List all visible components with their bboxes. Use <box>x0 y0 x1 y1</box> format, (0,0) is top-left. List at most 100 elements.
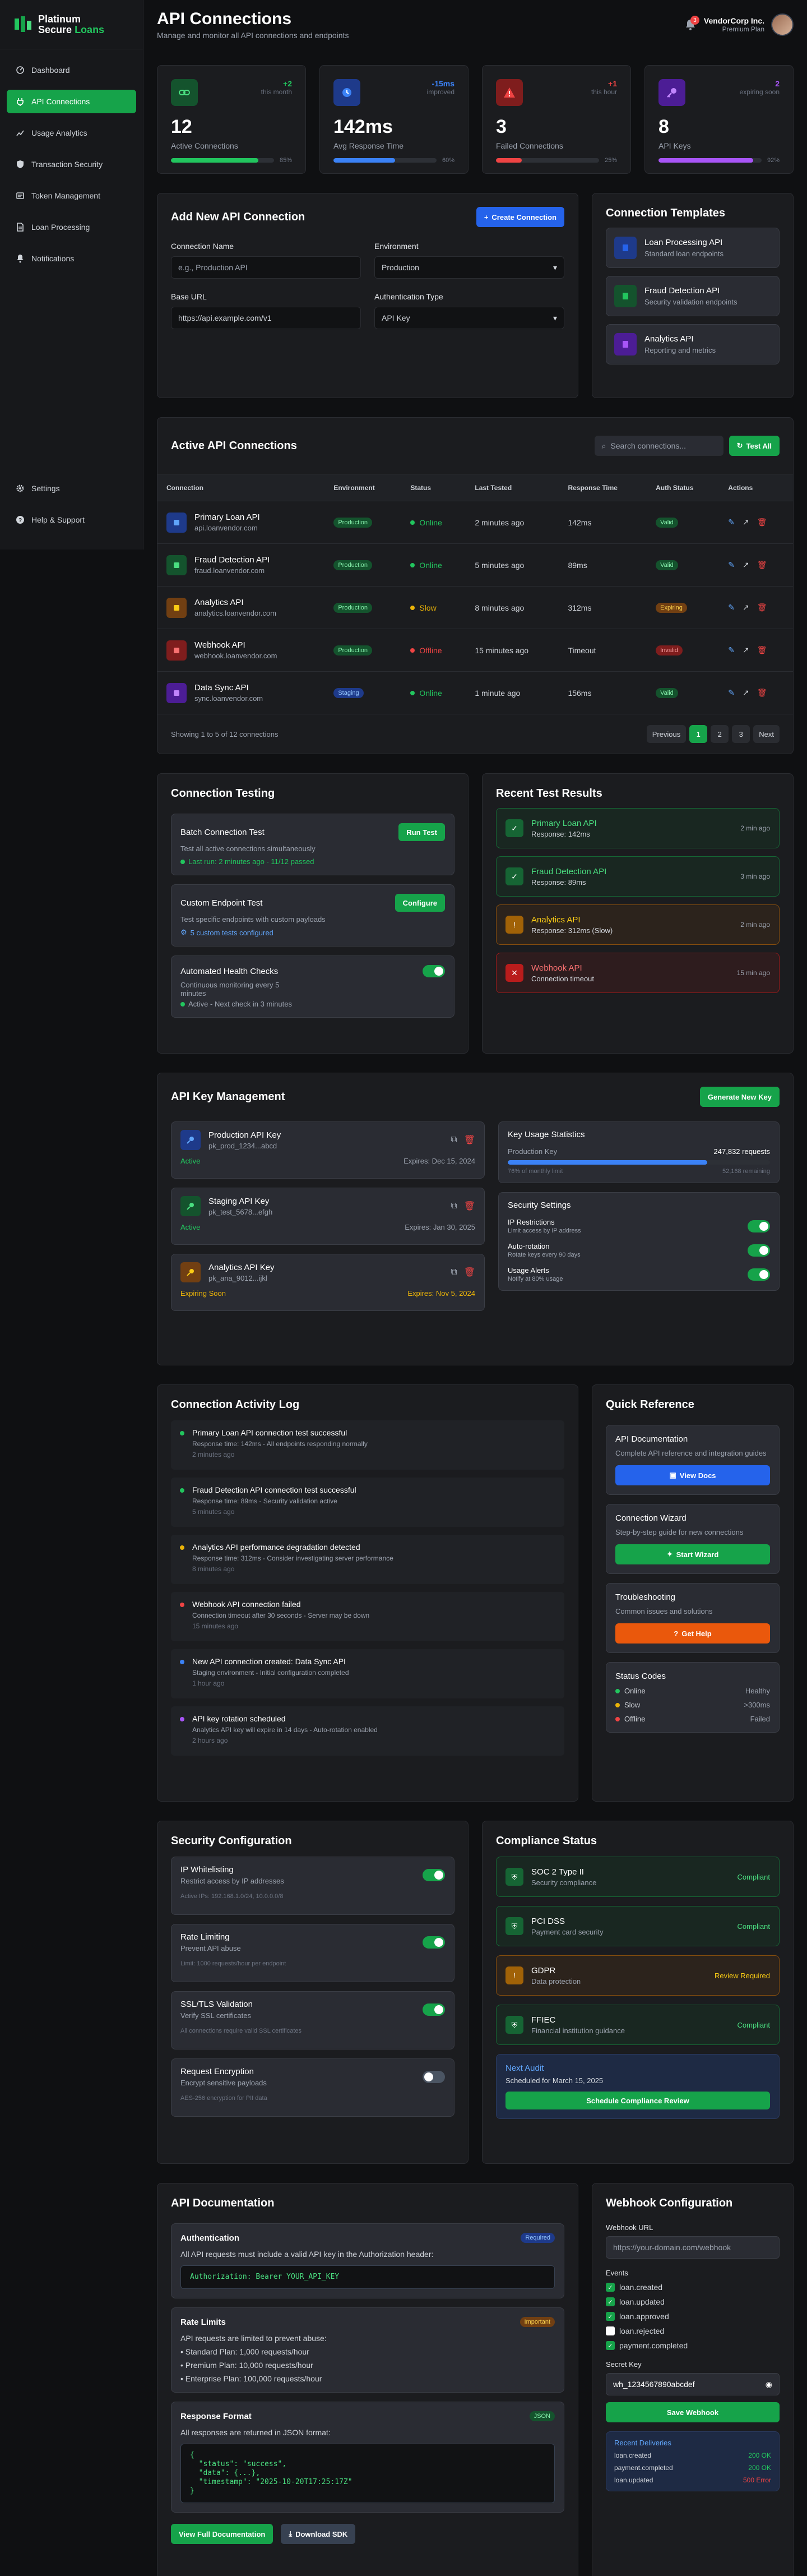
status-code-value: >300ms <box>744 1701 770 1709</box>
plan-name: Premium Plan <box>722 25 764 33</box>
create-connection-button[interactable]: + Create Connection <box>476 207 564 227</box>
page-button[interactable]: 3 <box>732 725 750 743</box>
auth-code-block[interactable]: Authorization: Bearer YOUR_API_KEY <box>180 2265 555 2289</box>
checkbox[interactable]: ✓ <box>606 2312 615 2321</box>
event-checkbox-row[interactable]: ✓ loan.updated <box>606 2297 780 2306</box>
config-toggle[interactable] <box>423 1869 445 1881</box>
delete-icon[interactable]: 🗑 <box>464 1267 475 1278</box>
sidebar-item-help-support[interactable]: ? Help & Support <box>7 508 136 532</box>
view-docs-button[interactable]: ▣ View Docs <box>615 1465 770 1485</box>
next-page-button[interactable]: Next <box>753 725 780 743</box>
test-result-item[interactable]: ! Analytics API Response: 312ms (Slow) 2 … <box>496 904 780 945</box>
event-checkbox-row[interactable]: ✓ loan.approved <box>606 2312 780 2321</box>
response-code-block[interactable]: { "status": "success", "data": {...}, "t… <box>180 2444 555 2503</box>
edit-icon[interactable]: ✎ <box>728 688 735 698</box>
test-result-item[interactable]: ✕ Webhook API Connection timeout 15 min a… <box>496 953 780 993</box>
page-button[interactable]: 1 <box>689 725 708 743</box>
avatar[interactable] <box>771 13 794 36</box>
test-icon[interactable]: ↗ <box>743 518 749 527</box>
next-audit-panel: Next Audit Scheduled for March 15, 2025 … <box>496 2054 780 2119</box>
delete-icon[interactable]: 🗑 <box>757 645 767 655</box>
run-test-button[interactable]: Run Test <box>398 823 445 841</box>
edit-icon[interactable]: ✎ <box>728 645 735 655</box>
table-row[interactable]: Webhook API webhook.loanvendor.com Produc… <box>157 629 793 672</box>
environment-select[interactable]: Production ▾ <box>374 256 564 279</box>
generate-key-button[interactable]: Generate New Key <box>699 1087 780 1107</box>
copy-icon[interactable]: ⧉ <box>451 1135 457 1145</box>
template-item[interactable]: Analytics API Reporting and metrics <box>606 324 780 364</box>
sidebar-item-usage-analytics[interactable]: Usage Analytics <box>7 121 136 145</box>
sidebar-item-api-connections[interactable]: API Connections <box>7 90 136 113</box>
checkbox[interactable]: ✓ <box>606 2283 615 2292</box>
config-toggle[interactable] <box>423 1936 445 1949</box>
template-item[interactable]: Fraud Detection API Security validation e… <box>606 276 780 316</box>
compliance-item[interactable]: ! GDPR Data protection Review Required <box>496 1955 780 1996</box>
table-row[interactable]: Analytics API analytics.loanvendor.com Pr… <box>157 586 793 629</box>
webhook-url-input[interactable]: https://your-domain.com/webhook <box>606 2236 780 2259</box>
base-url-input[interactable]: https://api.example.com/v1 <box>171 307 361 329</box>
doc-rate-title: Rate Limits <box>180 2317 226 2327</box>
test-result-item[interactable]: ✓ Primary Loan API Response: 142ms 2 min … <box>496 808 780 848</box>
test-result-item[interactable]: ✓ Fraud Detection API Response: 89ms 3 mi… <box>496 856 780 897</box>
compliance-item[interactable]: ⛨ PCI DSS Payment card security Compliant <box>496 1906 780 1946</box>
setting-toggle[interactable] <box>748 1268 770 1281</box>
table-row[interactable]: Data Sync API sync.loanvendor.com Staging… <box>157 671 793 714</box>
setting-toggle[interactable] <box>748 1244 770 1257</box>
event-checkbox-row[interactable]: ✓ payment.completed <box>606 2341 780 2350</box>
sidebar-item-settings[interactable]: Settings <box>7 477 136 500</box>
event-checkbox-row[interactable]: loan.rejected <box>606 2326 780 2335</box>
auto-health-toggle[interactable] <box>423 965 445 977</box>
auth-type-select[interactable]: API Key ▾ <box>374 307 564 329</box>
notifications-button[interactable]: 3 <box>684 16 699 31</box>
eye-icon[interactable]: ◉ <box>766 2380 772 2389</box>
response-time: 312ms <box>559 586 647 629</box>
copy-icon[interactable]: ⧉ <box>451 1201 457 1211</box>
copy-icon[interactable]: ⧉ <box>451 1267 457 1277</box>
config-toggle[interactable] <box>423 2071 445 2083</box>
start-wizard-button[interactable]: ✦ Start Wizard <box>615 1544 770 1564</box>
delete-icon[interactable]: 🗑 <box>757 603 767 612</box>
sidebar-item-loan-processing[interactable]: Loan Processing <box>7 215 136 239</box>
event-checkbox-row[interactable]: ✓ loan.created <box>606 2283 780 2292</box>
prev-page-button[interactable]: Previous <box>646 725 687 743</box>
connection-name-input[interactable]: e.g., Production API <box>171 256 361 279</box>
template-item[interactable]: Loan Processing API Standard loan endpoin… <box>606 228 780 268</box>
checkbox[interactable]: ✓ <box>606 2297 615 2306</box>
compliance-item[interactable]: ⛨ FFIEC Financial institution guidance Co… <box>496 2005 780 2045</box>
delete-icon[interactable]: 🗑 <box>757 518 767 527</box>
sidebar-item-transaction-security[interactable]: Transaction Security <box>7 153 136 176</box>
edit-icon[interactable]: ✎ <box>728 603 735 612</box>
test-all-button[interactable]: ↻ Test All <box>729 436 780 456</box>
connection-url: api.loanvendor.com <box>194 524 258 532</box>
delete-icon[interactable]: 🗑 <box>464 1134 475 1146</box>
test-icon[interactable]: ↗ <box>743 645 749 655</box>
sidebar-item-token-management[interactable]: Token Management <box>7 184 136 207</box>
save-webhook-button[interactable]: Save Webhook <box>606 2402 780 2422</box>
view-full-docs-button[interactable]: View Full Documentation <box>171 2524 273 2544</box>
test-icon[interactable]: ↗ <box>743 688 749 698</box>
setting-toggle[interactable] <box>748 1220 770 1232</box>
test-icon[interactable]: ↗ <box>743 603 749 612</box>
sidebar-item-dashboard[interactable]: Dashboard <box>7 58 136 82</box>
delete-icon[interactable]: 🗑 <box>464 1201 475 1212</box>
configure-button[interactable]: Configure <box>395 894 445 912</box>
compliance-item[interactable]: ⛨ SOC 2 Type II Security compliance Compl… <box>496 1857 780 1897</box>
download-sdk-button[interactable]: ⤓ Download SDK <box>281 2524 356 2544</box>
table-row[interactable]: Primary Loan API api.loanvendor.com Produ… <box>157 501 793 544</box>
delete-icon[interactable]: 🗑 <box>757 688 767 698</box>
search-input[interactable]: ⌕ Search connections... <box>594 436 723 456</box>
page-button[interactable]: 2 <box>711 725 729 743</box>
get-help-button[interactable]: ? Get Help <box>615 1623 770 1644</box>
schedule-review-button[interactable]: Schedule Compliance Review <box>505 2092 770 2109</box>
delete-icon[interactable]: 🗑 <box>757 560 767 570</box>
edit-icon[interactable]: ✎ <box>728 518 735 527</box>
secret-key-input[interactable]: wh_1234567890abcdef ◉ <box>606 2373 780 2395</box>
config-toggle[interactable] <box>423 2003 445 2016</box>
checkbox[interactable] <box>606 2326 615 2335</box>
table-row[interactable]: Fraud Detection API fraud.loanvendor.com … <box>157 543 793 587</box>
brand-logo[interactable]: Platinum Secure Loans <box>0 0 143 49</box>
test-icon[interactable]: ↗ <box>743 560 749 570</box>
sidebar-item-notifications[interactable]: Notifications <box>7 247 136 270</box>
checkbox[interactable]: ✓ <box>606 2341 615 2350</box>
edit-icon[interactable]: ✎ <box>728 560 735 570</box>
